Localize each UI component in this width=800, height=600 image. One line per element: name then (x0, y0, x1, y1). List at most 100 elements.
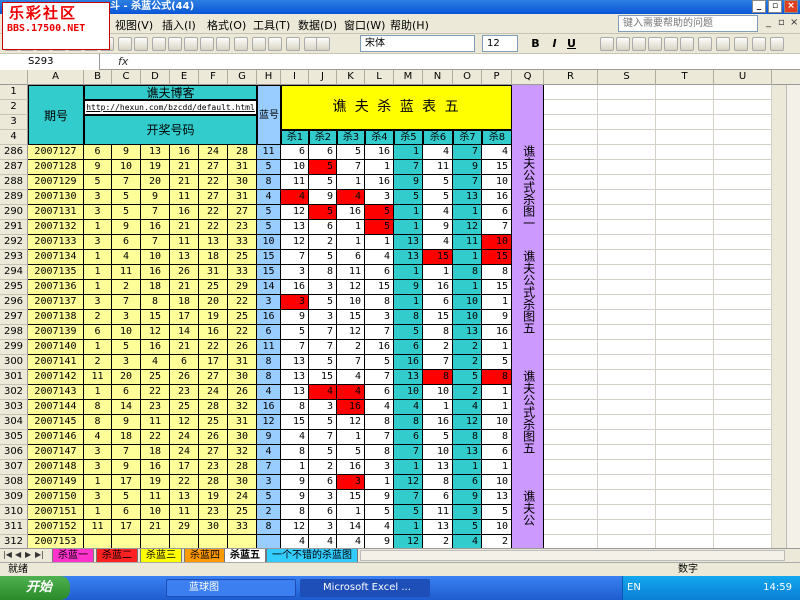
kill-cell[interactable]: 16 (365, 340, 394, 355)
number-cell[interactable]: 1 (84, 475, 112, 490)
empty-cell[interactable] (544, 520, 598, 535)
menu-item[interactable]: 窗口(W) (344, 17, 385, 33)
empty-cell[interactable] (598, 355, 656, 370)
number-cell[interactable]: 18 (112, 430, 141, 445)
first-sheet-icon[interactable]: |◀ (3, 550, 12, 559)
close-button[interactable]: × (784, 0, 798, 13)
kill-cell[interactable]: 3 (309, 310, 337, 325)
number-cell[interactable]: 3 (84, 235, 112, 250)
column-header[interactable]: N (423, 70, 453, 85)
number-cell[interactable]: 16 (170, 205, 199, 220)
kill-cell[interactable]: 13 (453, 190, 482, 205)
kill-cell[interactable]: 5 (309, 445, 337, 460)
number-cell[interactable]: 22 (199, 340, 228, 355)
empty-cell[interactable] (598, 235, 656, 250)
blue-number-cell[interactable]: 15 (257, 265, 281, 280)
header-qihao[interactable]: 期号 (28, 85, 84, 145)
number-cell[interactable]: 22 (228, 325, 257, 340)
empty-cell[interactable] (714, 505, 772, 520)
empty-cell[interactable] (598, 340, 656, 355)
period-cell[interactable]: 2007134 (28, 250, 84, 265)
kill-cell[interactable]: 15 (365, 280, 394, 295)
toolbar-button-icon[interactable] (268, 37, 282, 51)
kill-cell[interactable]: 1 (453, 205, 482, 220)
kill-cell[interactable]: 8 (365, 445, 394, 460)
period-cell[interactable]: 2007141 (28, 355, 84, 370)
number-cell[interactable]: 24 (228, 490, 257, 505)
number-cell[interactable]: 15 (141, 310, 170, 325)
kill-cell[interactable]: 1 (394, 220, 423, 235)
row-header[interactable]: 300 (0, 355, 28, 370)
number-cell[interactable]: 25 (199, 280, 228, 295)
kill-cell[interactable]: 8 (281, 400, 309, 415)
number-cell[interactable]: 6 (112, 505, 141, 520)
kill-cell[interactable]: 1 (423, 265, 453, 280)
kill-cell[interactable]: 3 (309, 490, 337, 505)
kill-cell[interactable]: 5 (394, 505, 423, 520)
empty-cell[interactable] (656, 430, 714, 445)
row-header[interactable]: 291 (0, 220, 28, 235)
kill-cell[interactable]: 16 (337, 460, 365, 475)
number-cell[interactable]: 11 (141, 415, 170, 430)
kill-cell[interactable]: 15 (337, 490, 365, 505)
sheet-tab[interactable]: 杀蓝一 (52, 549, 94, 563)
kill-cell[interactable]: 9 (281, 490, 309, 505)
toolbar-button-icon[interactable] (252, 37, 266, 51)
toolbar-button-icon[interactable] (316, 37, 330, 51)
toolbar-button-icon[interactable] (118, 37, 132, 51)
row-header[interactable]: 3 (0, 115, 28, 130)
kill-cell[interactable]: 2 (309, 460, 337, 475)
empty-cell[interactable] (714, 250, 772, 265)
empty-cell[interactable] (714, 235, 772, 250)
period-cell[interactable]: 2007143 (28, 385, 84, 400)
number-cell[interactable]: 4 (84, 430, 112, 445)
empty-cell[interactable] (656, 295, 714, 310)
kill-cell[interactable]: 10 (281, 160, 309, 175)
empty-cell[interactable] (598, 115, 656, 130)
empty-cell[interactable] (598, 190, 656, 205)
blue-number-cell[interactable]: 15 (257, 250, 281, 265)
empty-cell[interactable] (714, 370, 772, 385)
row-header[interactable]: 303 (0, 400, 28, 415)
kill-cell[interactable]: 7 (309, 325, 337, 340)
number-cell[interactable]: 11 (170, 505, 199, 520)
number-cell[interactable]: 3 (84, 490, 112, 505)
row-header[interactable]: 306 (0, 445, 28, 460)
blue-number-cell[interactable]: 6 (257, 325, 281, 340)
kill-cell[interactable]: 6 (281, 145, 309, 160)
empty-cell[interactable] (544, 490, 598, 505)
row-header[interactable]: 311 (0, 520, 28, 535)
blue-number-cell[interactable]: 5 (257, 205, 281, 220)
kill-cell[interactable]: 8 (309, 265, 337, 280)
empty-cell[interactable] (656, 205, 714, 220)
period-cell[interactable]: 2007146 (28, 430, 84, 445)
kill-cell[interactable]: 13 (423, 460, 453, 475)
kill-cell[interactable]: 16 (423, 280, 453, 295)
empty-cell[interactable] (544, 370, 598, 385)
number-cell[interactable]: 14 (170, 325, 199, 340)
kill-cell[interactable]: 7 (337, 160, 365, 175)
kill-cell[interactable]: 9 (482, 310, 512, 325)
period-cell[interactable]: 2007144 (28, 400, 84, 415)
menu-minimize-icon[interactable]: _ (766, 17, 771, 28)
number-cell[interactable]: 24 (170, 445, 199, 460)
number-cell[interactable]: 1 (84, 280, 112, 295)
period-cell[interactable]: 2007147 (28, 445, 84, 460)
kill-cell[interactable]: 1 (453, 250, 482, 265)
empty-cell[interactable] (598, 220, 656, 235)
blue-number-cell[interactable]: 7 (257, 460, 281, 475)
empty-cell[interactable] (598, 145, 656, 160)
kill-cell[interactable]: 12 (337, 280, 365, 295)
kill-cell[interactable]: 4 (453, 400, 482, 415)
blue-number-cell[interactable]: 4 (257, 385, 281, 400)
column-header[interactable]: A (28, 70, 84, 85)
kill-cell[interactable]: 7 (365, 325, 394, 340)
empty-cell[interactable] (544, 160, 598, 175)
period-cell[interactable]: 2007151 (28, 505, 84, 520)
kill-cell[interactable]: 12 (281, 520, 309, 535)
number-cell[interactable]: 9 (84, 160, 112, 175)
language-indicator[interactable]: EN (627, 576, 641, 600)
empty-cell[interactable] (544, 505, 598, 520)
kill-cell[interactable]: 16 (281, 280, 309, 295)
number-cell[interactable]: 9 (112, 460, 141, 475)
